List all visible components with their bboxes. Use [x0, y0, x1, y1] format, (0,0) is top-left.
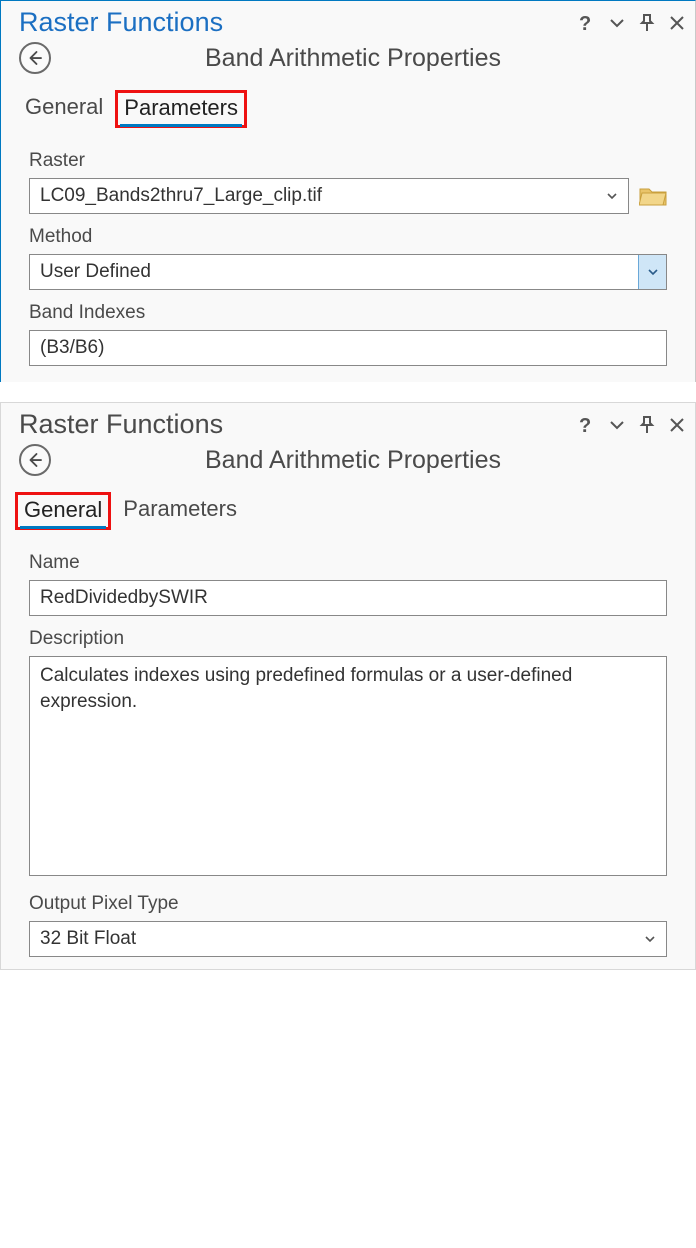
close-icon[interactable] — [669, 15, 685, 31]
tab-label: General — [24, 497, 102, 522]
titlebar: Raster Functions ? — [1, 403, 695, 442]
output-pixel-type-label: Output Pixel Type — [29, 893, 667, 915]
panel-subtitle: Band Arithmetic Properties — [29, 446, 677, 475]
tab-general[interactable]: General — [23, 94, 105, 124]
tabs: General Parameters — [1, 82, 695, 132]
raster-label: Raster — [29, 150, 667, 172]
svg-text:?: ? — [579, 415, 591, 435]
chevron-down-icon[interactable] — [609, 15, 625, 31]
chevron-down-icon — [606, 190, 618, 202]
description-label: Description — [29, 628, 667, 650]
tab-general[interactable]: General — [15, 492, 111, 530]
name-label: Name — [29, 552, 667, 574]
panel-title: Raster Functions — [19, 7, 577, 38]
output-pixel-type-select[interactable]: 32 Bit Float — [29, 921, 667, 957]
chevron-down-icon[interactable] — [638, 255, 666, 289]
method-value: User Defined — [30, 255, 638, 289]
pin-icon[interactable] — [639, 416, 655, 434]
titlebar-icons: ? — [577, 415, 685, 435]
tabs: General Parameters — [1, 484, 695, 534]
svg-text:?: ? — [579, 13, 591, 33]
band-indexes-input[interactable] — [29, 330, 667, 366]
general-form: Name Description Output Pixel Type 32 Bi… — [1, 534, 695, 963]
tab-parameters[interactable]: Parameters — [121, 496, 239, 526]
name-input[interactable] — [29, 580, 667, 616]
raster-select[interactable]: LC09_Bands2thru7_Large_clip.tif — [29, 178, 629, 214]
close-icon[interactable] — [669, 417, 685, 433]
method-label: Method — [29, 226, 667, 248]
tab-underline — [120, 124, 242, 127]
help-icon[interactable]: ? — [577, 415, 595, 435]
browse-folder-icon[interactable] — [639, 185, 667, 207]
titlebar: Raster Functions ? — [1, 1, 695, 40]
panel-subtitle: Band Arithmetic Properties — [29, 44, 677, 73]
panel-title: Raster Functions — [19, 409, 577, 440]
raster-value: LC09_Bands2thru7_Large_clip.tif — [40, 185, 322, 207]
subtitle-row: Band Arithmetic Properties — [1, 40, 695, 82]
titlebar-icons: ? — [577, 13, 685, 33]
method-select[interactable]: User Defined — [29, 254, 667, 290]
tab-label: Parameters — [124, 95, 238, 120]
tab-parameters[interactable]: Parameters — [115, 90, 247, 128]
tab-underline — [20, 526, 106, 529]
tab-label: General — [25, 94, 103, 119]
pin-icon[interactable] — [639, 14, 655, 32]
tab-label: Parameters — [123, 496, 237, 521]
help-icon[interactable]: ? — [577, 13, 595, 33]
band-indexes-label: Band Indexes — [29, 302, 667, 324]
chevron-down-icon — [644, 933, 656, 945]
chevron-down-icon[interactable] — [609, 417, 625, 433]
subtitle-row: Band Arithmetic Properties — [1, 442, 695, 484]
description-textarea[interactable] — [29, 656, 667, 876]
parameters-form: Raster LC09_Bands2thru7_Large_clip.tif M… — [1, 132, 695, 372]
raster-functions-panel-parameters: Raster Functions ? Band Arithmetic Prope… — [0, 0, 696, 382]
raster-functions-panel-general: Raster Functions ? Band Arithmetic Prope… — [0, 402, 696, 970]
output-pixel-type-value: 32 Bit Float — [40, 928, 136, 950]
